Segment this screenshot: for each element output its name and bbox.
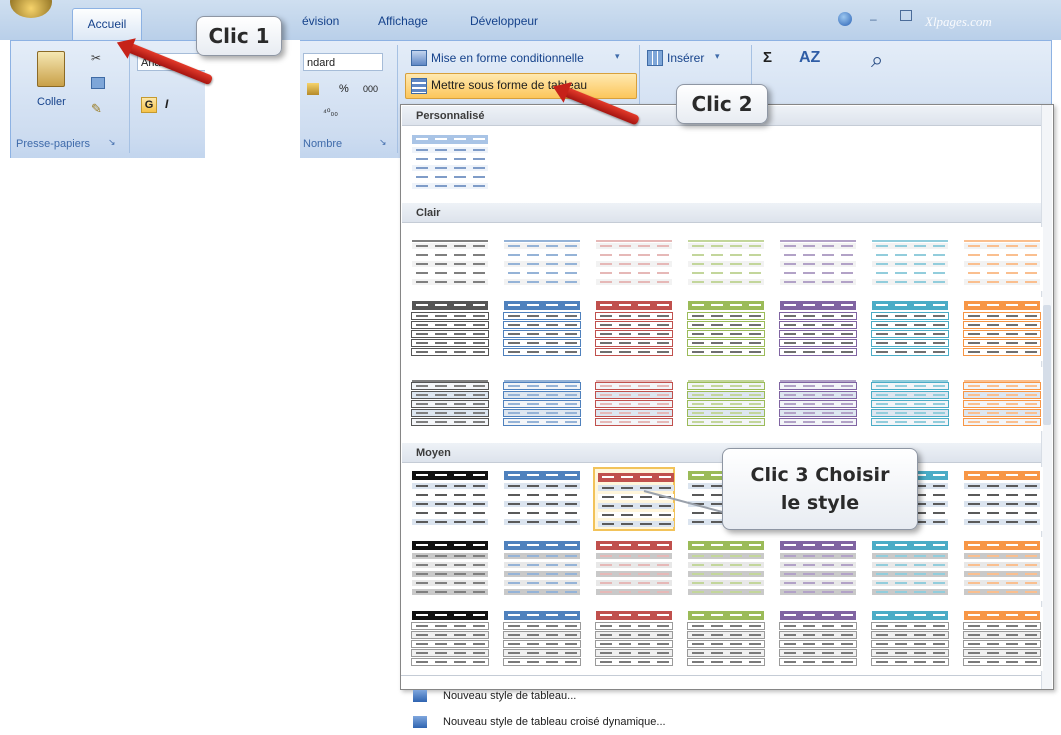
tab-developpeur[interactable]: Développeur — [470, 14, 538, 28]
table-style-medium[interactable] — [869, 607, 951, 671]
tab-revision[interactable]: évision — [302, 14, 339, 28]
decimal-icon[interactable]: ⁴⁰₀₀ — [323, 107, 338, 118]
table-style-custom[interactable] — [409, 131, 491, 195]
callout-clic-3-line2: le style — [780, 492, 860, 514]
table-style-light[interactable] — [409, 227, 491, 291]
section-header-light: Clair — [402, 203, 1042, 223]
italic-button[interactable]: I — [165, 97, 168, 111]
table-style-light[interactable] — [961, 227, 1043, 291]
help-icon[interactable] — [838, 12, 852, 26]
tab-affichage[interactable]: Affichage — [378, 14, 428, 28]
table-style-medium[interactable] — [593, 537, 675, 601]
table-style-light[interactable] — [501, 367, 583, 431]
group-separator — [397, 45, 398, 153]
table-style-medium[interactable] — [593, 467, 675, 531]
conditional-format-icon — [411, 50, 427, 66]
divider — [401, 675, 1041, 676]
table-style-light[interactable] — [685, 297, 767, 361]
sum-button[interactable]: Σ — [763, 49, 772, 66]
callout-clic-3-line1: Clic 3 Choisir — [750, 464, 890, 486]
table-style-medium[interactable] — [593, 607, 675, 671]
paste-icon[interactable] — [37, 51, 65, 87]
new-table-style-item[interactable]: Nouveau style de tableau... — [413, 690, 577, 703]
table-style-icon — [411, 78, 427, 94]
number-group-label: Nombre — [303, 138, 343, 150]
watermark-text: Xlpages.com — [925, 14, 992, 29]
table-style-medium[interactable] — [501, 607, 583, 671]
table-style-light[interactable] — [409, 297, 491, 361]
table-style-light[interactable] — [593, 297, 675, 361]
table-style-light[interactable] — [593, 227, 675, 291]
cut-icon[interactable]: ✂ — [91, 51, 101, 65]
thousands-button[interactable]: 000 — [363, 84, 378, 94]
chevron-down-icon[interactable]: ▾ — [715, 51, 720, 62]
callout-clic-1: Clic 1 — [196, 16, 282, 56]
scrollbar-thumb[interactable] — [1043, 305, 1051, 425]
table-style-light[interactable] — [777, 367, 859, 431]
chevron-down-icon[interactable]: ▾ — [615, 51, 620, 62]
clipboard-group-label: Presse-papiers — [16, 138, 90, 150]
insert-cells-icon — [647, 50, 663, 66]
table-style-medium[interactable] — [409, 537, 491, 601]
table-style-light[interactable] — [777, 227, 859, 291]
minimize-icon[interactable]: – — [870, 12, 877, 26]
table-style-light[interactable] — [869, 297, 951, 361]
table-style-light[interactable] — [593, 367, 675, 431]
table-style-medium[interactable] — [409, 607, 491, 671]
group-separator — [129, 45, 130, 153]
table-style-light[interactable] — [869, 367, 951, 431]
table-style-medium[interactable] — [501, 467, 583, 531]
callout-clic-2: Clic 2 — [676, 84, 768, 124]
table-style-light[interactable] — [409, 367, 491, 431]
table-style-light[interactable] — [501, 297, 583, 361]
number-format-box[interactable]: ndard — [303, 53, 383, 71]
worksheet-area — [0, 158, 420, 735]
table-style-medium[interactable] — [961, 537, 1043, 601]
table-style-light[interactable] — [961, 367, 1043, 431]
table-style-light[interactable] — [869, 227, 951, 291]
new-pivot-style-item[interactable]: Nouveau style de tableau croisé dynamiqu… — [413, 716, 666, 729]
new-table-style-label: Nouveau style de tableau... — [443, 690, 577, 702]
table-style-gallery: Personnalisé Clair Moyen — [400, 104, 1054, 690]
table-style-medium[interactable] — [961, 607, 1043, 671]
table-style-medium[interactable] — [409, 467, 491, 531]
table-style-light[interactable] — [501, 227, 583, 291]
table-style-medium[interactable] — [501, 537, 583, 601]
table-style-medium[interactable] — [777, 537, 859, 601]
restore-icon[interactable] — [900, 10, 912, 21]
bold-button[interactable]: G — [141, 97, 157, 113]
callout-clic-3: Clic 3 Choisir le style — [722, 448, 918, 530]
table-style-light[interactable] — [685, 367, 767, 431]
new-pivot-style-label: Nouveau style de tableau croisé dynamiqu… — [443, 716, 666, 728]
torn-edge — [205, 40, 300, 160]
table-style-medium[interactable] — [869, 537, 951, 601]
clipboard-launcher-icon[interactable]: ↘ — [108, 137, 116, 148]
sort-filter-icon[interactable]: AZ — [799, 49, 820, 67]
table-style-medium[interactable] — [777, 607, 859, 671]
table-style-medium[interactable] — [961, 467, 1043, 531]
find-select-icon[interactable]: ⌕ — [871, 47, 883, 73]
table-style-light[interactable] — [685, 227, 767, 291]
table-style-light[interactable] — [777, 297, 859, 361]
copy-icon[interactable] — [91, 77, 105, 89]
paste-label[interactable]: Coller — [37, 96, 66, 108]
pivot-table-icon — [413, 716, 427, 729]
currency-icon[interactable] — [307, 83, 319, 95]
number-launcher-icon[interactable]: ↘ — [379, 137, 387, 148]
table-icon — [413, 690, 427, 703]
insert-button[interactable]: Insérer — [667, 51, 704, 65]
table-style-medium[interactable] — [685, 607, 767, 671]
table-style-medium[interactable] — [685, 537, 767, 601]
format-painter-icon[interactable]: ✎ — [91, 101, 102, 117]
conditional-format-button[interactable]: Mise en forme conditionnelle — [431, 51, 584, 65]
percent-button[interactable]: % — [339, 83, 349, 95]
table-style-light[interactable] — [961, 297, 1043, 361]
